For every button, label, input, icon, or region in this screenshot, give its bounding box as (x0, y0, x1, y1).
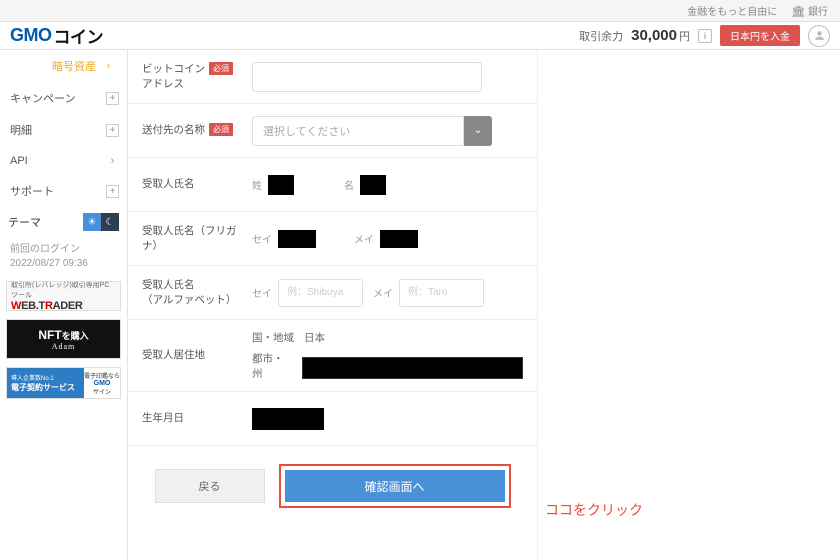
sidebar-item-details[interactable]: 明細+ (0, 114, 127, 146)
redacted (380, 230, 418, 248)
sidebar-item-campaign[interactable]: キャンペーン+ (0, 82, 127, 114)
logo[interactable]: GMOコイン (10, 23, 103, 48)
destination-select[interactable]: 選択してください ⌄ (252, 116, 492, 146)
redacted (252, 408, 324, 430)
plus-icon: + (106, 185, 119, 198)
theme-toggle[interactable]: ☀☾ (83, 213, 119, 231)
chevron-right-icon: › (102, 60, 115, 73)
sun-icon: ☀ (83, 213, 101, 231)
sidebar-item-support[interactable]: サポート+ (0, 175, 127, 207)
theme-label: テーマ (8, 214, 41, 230)
deposit-button[interactable]: 日本円を入金 (720, 25, 800, 46)
plus-icon: + (106, 92, 119, 105)
back-button[interactable]: 戻る (155, 469, 265, 503)
chevron-right-icon: › (106, 154, 119, 167)
balance-label: 取引余力 (579, 28, 623, 44)
moon-icon: ☾ (101, 213, 119, 231)
user-icon[interactable] (808, 25, 830, 47)
plus-icon: + (106, 124, 119, 137)
balance-amount: 30,000 (631, 27, 677, 44)
last-login: 前回のログイン 2022/08/27 09:36 (0, 237, 127, 277)
promo-nft[interactable]: NFTを購入 Adam (6, 319, 121, 359)
confirm-button[interactable]: 確認画面へ (285, 470, 505, 502)
sei-alpha-input[interactable] (278, 279, 363, 307)
chevron-down-icon: ⌄ (464, 116, 492, 146)
redacted (302, 357, 523, 379)
redacted (278, 230, 316, 248)
required-badge: 必須 (209, 62, 233, 75)
promo-sign[interactable]: 導入企業数No.1電子契約サービス 電子印鑑ならGMOサイン (6, 367, 121, 399)
form-area: ビットコインアドレス必須 送付先の名称必須 選択してください ⌄ 受取人氏名 姓… (128, 50, 538, 560)
bank-link[interactable]: 🏛 銀行 (791, 3, 828, 18)
confirm-highlight: 確認画面へ (279, 464, 511, 508)
mei-alpha-input[interactable] (399, 279, 484, 307)
redacted (268, 175, 294, 195)
sidebar-item-crypto[interactable]: 暗号資産› (0, 50, 127, 82)
redacted (360, 175, 386, 195)
required-badge: 必須 (209, 123, 233, 136)
bank-icon: 🏛 (791, 6, 805, 18)
annotation-text: ココをクリック (545, 500, 643, 520)
btc-address-input[interactable] (252, 62, 482, 92)
info-button[interactable]: i (698, 29, 712, 43)
tagline: 金融をもっと自由に (687, 3, 777, 18)
country-value: 日本 (304, 330, 325, 345)
sidebar-item-api[interactable]: API› (0, 146, 127, 175)
sidebar: 暗号資産› キャンペーン+ 明細+ API› サポート+ テーマ ☀☾ 前回のロ… (0, 50, 128, 560)
promo-webtrader[interactable]: 取引所(レバレッジ)取引専用PCツール WEB.TRADER (6, 281, 121, 311)
